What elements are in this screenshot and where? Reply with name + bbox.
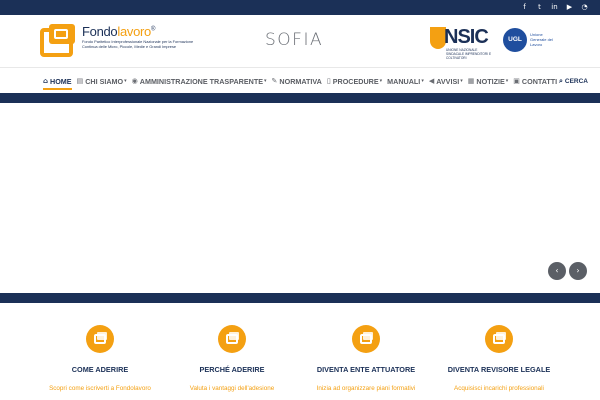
contact-form-icon: ▣ <box>513 77 520 85</box>
fondolavoro-logo-text[interactable]: Fondolavoro® <box>82 24 155 39</box>
feature-perche-aderire[interactable]: PERCHÉ ADERIRE Valuta i vantaggi dell'ad… <box>157 325 307 392</box>
search-icon: ⌕ <box>558 76 563 85</box>
linkedin-icon[interactable]: in <box>551 2 558 13</box>
feature-diventa-ente-attuatore[interactable]: DIVENTA ENTE ATTUATORE Inizia ad organiz… <box>291 325 441 392</box>
window-icon <box>352 325 380 353</box>
nav-item-manuali[interactable]: MANUALI ▾ <box>387 68 424 94</box>
nav-item-label: CHI SIAMO <box>85 76 124 86</box>
slider-controls: ‹ › <box>548 262 587 280</box>
slider-divider-band <box>0 293 600 303</box>
window-icon <box>86 325 114 353</box>
chevron-down-icon: ▾ <box>264 78 267 84</box>
feature-title[interactable]: COME ADERIRE <box>25 365 175 374</box>
hero-slider <box>0 103 600 293</box>
site-header: Fondolavoro® Fondo Paritetico Interprofe… <box>0 15 600 67</box>
nav-item-label: HOME <box>50 76 72 86</box>
window-icon <box>485 325 513 353</box>
nav-item-label: NOTIZIE <box>476 76 505 86</box>
chevron-down-icon: ▾ <box>505 78 509 84</box>
nav-item-label: NORMATIVA <box>279 76 322 86</box>
nav-item-label: CONTATTI <box>521 76 558 86</box>
feature-description[interactable]: Acquisisci incarichi professionali <box>424 385 574 392</box>
feature-title[interactable]: PERCHÉ ADERIRE <box>157 365 307 374</box>
nav-item-normativa[interactable]: ✎ NORMATIVA <box>272 68 322 94</box>
feature-diventa-revisore-legale[interactable]: DIVENTA REVISORE LEGALE Acquisisci incar… <box>424 325 574 392</box>
chevron-down-icon: ▾ <box>421 78 424 84</box>
id-card-icon: ▤ <box>76 77 84 85</box>
social-links: f t in ▶ ◔ <box>521 2 588 13</box>
header-divider-band <box>0 93 600 103</box>
nav-item-procedure[interactable]: ▯ PROCEDURE ▾ <box>327 68 382 94</box>
ugl-logo[interactable]: UGL Unione Generale del Lavoro <box>503 28 557 56</box>
main-navigation: ⌂ HOME ▤ CHI SIAMO ▾ ◉ AMMINISTRAZIONE T… <box>0 67 600 93</box>
eye-icon: ◉ <box>131 77 138 85</box>
window-icon <box>218 325 246 353</box>
facebook-icon[interactable]: f <box>521 2 528 13</box>
slider-prev-button[interactable]: ‹ <box>548 262 566 280</box>
features-section: COME ADERIRE Scopri come iscriverti a Fo… <box>0 303 600 400</box>
unsic-logo[interactable]: NSIC UNIONE NAZIONALE SINDACALE IMPRENDI… <box>430 25 496 60</box>
feature-description[interactable]: Valuta i vantaggi dell'adesione <box>157 385 307 392</box>
nav-item-chi-siamo[interactable]: ▤ CHI SIAMO ▾ <box>77 68 127 94</box>
nav-item-avvisi[interactable]: ◀ AVVISI ▾ <box>429 68 463 94</box>
nav-item-label: AVVISI <box>436 76 460 86</box>
document-icon: ▯ <box>326 77 331 85</box>
rss-icon[interactable]: ◔ <box>581 2 588 13</box>
wrench-icon: ✎ <box>271 77 278 85</box>
megaphone-icon: ◀ <box>428 77 435 85</box>
nav-item-label: PROCEDURE <box>332 76 379 86</box>
search-button[interactable]: ⌕ CERCA <box>559 68 588 94</box>
nav-item-amministrazione-trasparente[interactable]: ◉ AMMINISTRAZIONE TRASPARENTE ▾ <box>132 68 267 94</box>
twitter-icon[interactable]: t <box>536 2 543 13</box>
feature-description[interactable]: Inizia ad organizzare piani formativi <box>291 385 441 392</box>
search-label: CERCA <box>564 77 588 85</box>
chevron-down-icon: ▾ <box>460 78 463 84</box>
feature-title[interactable]: DIVENTA REVISORE LEGALE <box>424 365 574 374</box>
sofia-logo[interactable]: SOFIA <box>265 30 323 50</box>
newspaper-icon: ▦ <box>467 77 475 85</box>
slider-next-button[interactable]: › <box>569 262 587 280</box>
nav-item-notizie[interactable]: ▦ NOTIZIE ▾ <box>468 68 509 94</box>
fondolavoro-logo-icon[interactable] <box>40 24 78 57</box>
chevron-down-icon: ▾ <box>124 78 127 84</box>
top-bar: f t in ▶ ◔ <box>0 0 600 15</box>
nav-item-label: MANUALI <box>387 76 421 86</box>
feature-description[interactable]: Scopri come iscriverti a Fondolavoro <box>25 385 175 392</box>
fondolavoro-subtitle: Fondo Paritetico Interprofessionale Nazi… <box>82 39 194 49</box>
home-icon: ⌂ <box>43 77 49 85</box>
nav-item-label: AMMINISTRAZIONE TRASPARENTE <box>139 76 264 86</box>
nav-item-home[interactable]: ⌂ HOME <box>43 68 72 94</box>
youtube-icon[interactable]: ▶ <box>566 2 573 13</box>
chevron-down-icon: ▾ <box>379 78 383 84</box>
nav-item-contatti[interactable]: ▣ CONTATTI <box>513 68 557 94</box>
feature-title[interactable]: DIVENTA ENTE ATTUATORE <box>291 365 441 374</box>
feature-come-aderire[interactable]: COME ADERIRE Scopri come iscriverti a Fo… <box>25 325 175 392</box>
